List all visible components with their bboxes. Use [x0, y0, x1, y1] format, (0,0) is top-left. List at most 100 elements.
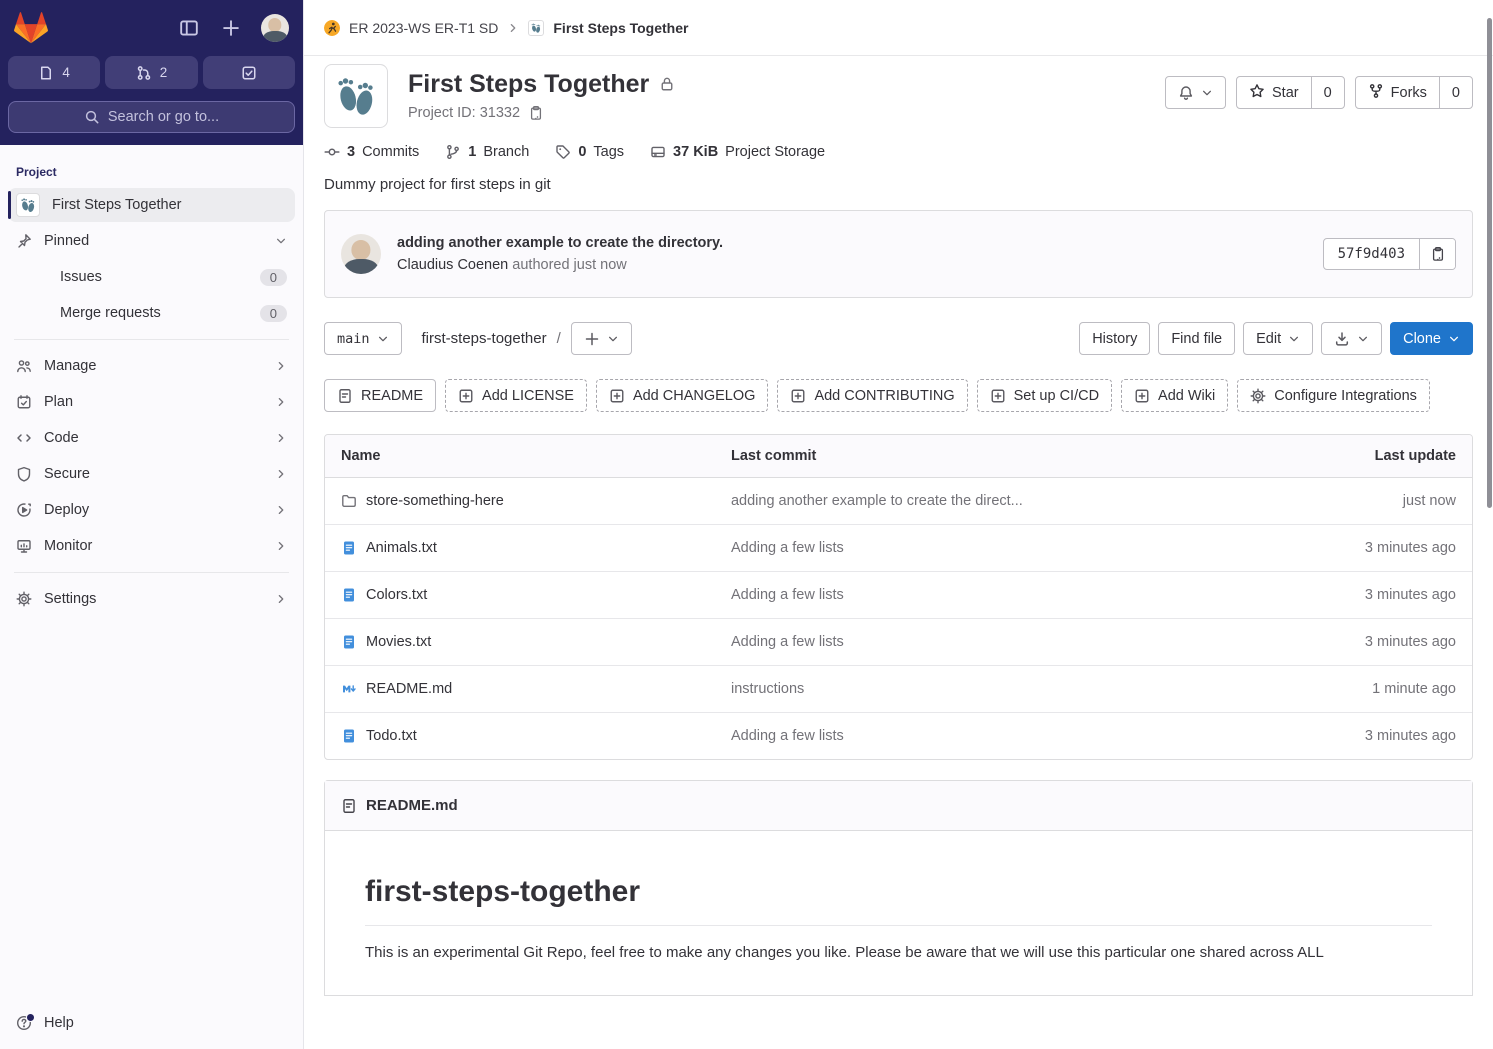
- chevron-right-icon: [275, 540, 287, 552]
- commit-message-link[interactable]: Adding a few lists: [731, 587, 844, 603]
- breadcrumb-group-link[interactable]: ER 2023-WS ER-T1 SD: [349, 20, 498, 36]
- scrollbar-thumb[interactable]: [1487, 18, 1492, 508]
- commit-message-link[interactable]: adding another example to create the dir…: [397, 235, 723, 251]
- readme-title: first-steps-together: [365, 875, 1432, 926]
- sidebar-item-code[interactable]: Code: [8, 421, 295, 455]
- file-link[interactable]: Movies.txt: [341, 634, 699, 650]
- edit-dropdown[interactable]: Edit: [1243, 322, 1314, 355]
- commit-sha[interactable]: 57f9d403: [1324, 239, 1419, 269]
- gitlab-logo[interactable]: [14, 11, 48, 45]
- clone-label: Clone: [1403, 330, 1441, 347]
- add-license-button[interactable]: Add LICENSE: [445, 379, 587, 412]
- folder-link[interactable]: store-something-here: [341, 493, 699, 509]
- sidebar-item-plan[interactable]: Plan: [8, 385, 295, 419]
- copy-project-id-button[interactable]: [528, 105, 544, 121]
- sidebar-divider: [14, 572, 289, 573]
- file-link[interactable]: Todo.txt: [341, 728, 699, 744]
- sidebar-item-manage[interactable]: Manage: [8, 349, 295, 383]
- forks-count[interactable]: 0: [1438, 77, 1472, 108]
- commit-author-avatar[interactable]: [341, 234, 381, 274]
- gear-icon: [16, 591, 32, 607]
- setup-cicd-label: Set up CI/CD: [1013, 387, 1100, 404]
- text-file-icon: [341, 540, 357, 556]
- add-contributing-button[interactable]: Add CONTRIBUTING: [777, 379, 968, 412]
- help-icon: [16, 1013, 35, 1031]
- project-avatar-large: [324, 64, 388, 128]
- storage-stat[interactable]: 37 KiB Project Storage: [650, 144, 825, 160]
- file-link[interactable]: Colors.txt: [341, 587, 699, 603]
- commit-message-link[interactable]: Adding a few lists: [731, 728, 844, 744]
- branches-stat[interactable]: 1 Branch: [445, 144, 529, 160]
- add-changelog-button[interactable]: Add CHANGELOG: [595, 379, 769, 412]
- sidebar-item-issues[interactable]: Issues 0: [8, 260, 295, 294]
- search-input[interactable]: Search or go to...: [8, 101, 295, 133]
- merge-requests-count: 2: [159, 65, 168, 80]
- history-button[interactable]: History: [1079, 322, 1151, 355]
- folder-icon: [341, 493, 357, 509]
- sidebar-item-pinned[interactable]: Pinned: [8, 224, 295, 258]
- current-branch: main: [337, 330, 370, 347]
- tags-count: 0: [578, 144, 587, 160]
- copy-sha-button[interactable]: [1419, 239, 1455, 269]
- add-file-dropdown[interactable]: [570, 322, 632, 355]
- manage-label: Manage: [44, 358, 97, 374]
- commit-message-link[interactable]: instructions: [731, 681, 804, 697]
- gear-icon: [1250, 388, 1266, 404]
- project-stats: 3 Commits 1 Branch 0 Tags 37 KiB Project…: [304, 128, 1493, 160]
- markdown-file-icon: [341, 681, 357, 697]
- repo-path-link[interactable]: first-steps-together: [422, 330, 547, 347]
- find-file-button[interactable]: Find file: [1158, 322, 1236, 355]
- readme-file-link[interactable]: README.md: [366, 797, 458, 814]
- download-dropdown[interactable]: [1321, 322, 1383, 355]
- commit-message-link[interactable]: Adding a few lists: [731, 634, 844, 650]
- configure-integrations-button[interactable]: Configure Integrations: [1237, 379, 1430, 412]
- add-wiki-button[interactable]: Add Wiki: [1121, 379, 1229, 412]
- sidebar-item-merge-requests[interactable]: Merge requests 0: [8, 296, 295, 330]
- file-link[interactable]: Animals.txt: [341, 540, 699, 556]
- sidebar: 4 2 Search or go to... Project First Ste…: [0, 0, 304, 1049]
- sidebar-item-current-project[interactable]: First Steps Together: [8, 188, 295, 222]
- forks-button[interactable]: Forks: [1356, 77, 1439, 108]
- table-row: Animals.txt Adding a few lists 3 minutes…: [325, 524, 1472, 572]
- chevron-right-icon: [275, 360, 287, 372]
- commit-author-link[interactable]: Claudius Coenen: [397, 257, 508, 273]
- create-new-button[interactable]: [217, 14, 245, 42]
- commit-message-link[interactable]: adding another example to create the dir…: [731, 493, 1023, 509]
- commits-stat[interactable]: 3 Commits: [324, 144, 419, 160]
- sidebar-item-secure[interactable]: Secure: [8, 457, 295, 491]
- file-icon: [337, 388, 353, 404]
- breadcrumb-project-link[interactable]: First Steps Together: [553, 20, 688, 36]
- star-count[interactable]: 0: [1310, 77, 1344, 108]
- file-link[interactable]: README.md: [341, 681, 699, 697]
- collapse-sidebar-button[interactable]: [175, 14, 203, 42]
- readme-button[interactable]: README: [324, 379, 437, 412]
- sidebar-item-monitor[interactable]: Monitor: [8, 529, 295, 563]
- todo-shortcut-button[interactable]: [202, 56, 295, 89]
- clone-dropdown[interactable]: Clone: [1390, 322, 1473, 355]
- commit-meta-text: authored just now: [512, 257, 627, 273]
- notifications-dropdown[interactable]: [1165, 76, 1226, 109]
- last-update-time: 1 minute ago: [1254, 665, 1472, 713]
- file-tree-table: Name Last commit Last update store-somet…: [324, 434, 1473, 760]
- issues-shortcut-button[interactable]: 4: [8, 56, 101, 89]
- help-button[interactable]: Help: [8, 1006, 295, 1040]
- monitor-icon: [16, 538, 32, 554]
- add-changelog-label: Add CHANGELOG: [632, 387, 756, 404]
- commit-message-link[interactable]: Adding a few lists: [731, 540, 844, 556]
- add-wiki-label: Add Wiki: [1158, 387, 1216, 404]
- last-commit-card: adding another example to create the dir…: [324, 210, 1473, 298]
- merge-requests-shortcut-button[interactable]: 2: [105, 56, 198, 89]
- tree-controls: main first-steps-together / History Find…: [304, 298, 1493, 355]
- user-avatar[interactable]: [261, 14, 289, 42]
- sidebar-item-settings[interactable]: Settings: [8, 582, 295, 616]
- disk-icon: [650, 144, 666, 160]
- group-avatar: [324, 20, 340, 36]
- plan-label: Plan: [44, 394, 74, 410]
- setup-cicd-button[interactable]: Set up CI/CD: [976, 379, 1113, 412]
- star-button[interactable]: Star: [1237, 77, 1311, 108]
- branch-selector-dropdown[interactable]: main: [324, 322, 402, 355]
- code-label: Code: [44, 430, 79, 446]
- tags-stat[interactable]: 0 Tags: [555, 144, 624, 160]
- sidebar-item-deploy[interactable]: Deploy: [8, 493, 295, 527]
- readme-button-label: README: [361, 387, 424, 404]
